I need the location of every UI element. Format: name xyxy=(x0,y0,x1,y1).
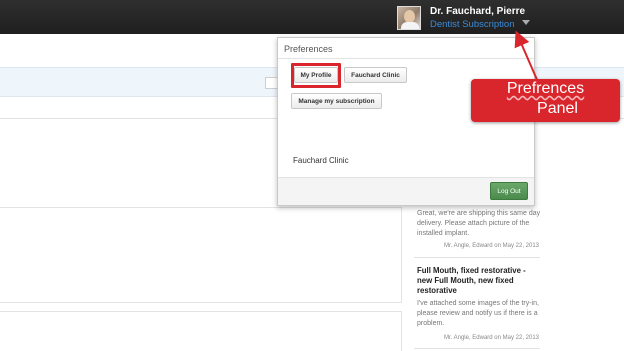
avatar[interactable] xyxy=(397,6,421,30)
subscription-link[interactable]: Dentist Subscription xyxy=(430,19,514,30)
callout-subtitle: Panel xyxy=(537,100,578,117)
activity-feed: Great, we're are shipping this same day … xyxy=(410,203,540,351)
divider xyxy=(278,177,534,178)
background-panel xyxy=(0,207,402,303)
divider xyxy=(278,58,534,59)
feed-item-text: Great, we're are shipping this same day … xyxy=(417,210,541,237)
log-out-button[interactable]: Log Out xyxy=(490,182,528,200)
clinic-label: Fauchard Clinic xyxy=(293,156,349,165)
user-name[interactable]: Dr. Fauchard, Pierre xyxy=(430,6,525,17)
top-bar: Dr. Fauchard, Pierre Dentist Subscriptio… xyxy=(0,0,624,34)
feed-item-title[interactable]: Full Mouth, fixed restorative - new Full… xyxy=(417,266,541,296)
feed-item-meta: Mr. Angle, Edward on May 22, 2013 xyxy=(443,243,539,249)
background-panel xyxy=(0,311,402,351)
feed-item-text: I've attached some images of the try-in,… xyxy=(417,300,539,327)
divider xyxy=(414,348,540,349)
clinic-button[interactable]: Fauchard Clinic xyxy=(344,67,407,83)
callout-title: Prefrences xyxy=(506,80,585,97)
feed-item-meta: Mr. Angle, Edward on May 22, 2013 xyxy=(443,335,539,341)
highlight-box xyxy=(291,63,341,88)
chevron-down-icon[interactable] xyxy=(522,20,530,25)
annotation-callout: Prefrences Panel xyxy=(471,79,620,122)
avatar-body xyxy=(401,22,419,29)
divider xyxy=(414,257,540,258)
panel-title: Preferences xyxy=(284,44,333,54)
manage-subscription-button[interactable]: Manage my subscription xyxy=(291,93,382,109)
